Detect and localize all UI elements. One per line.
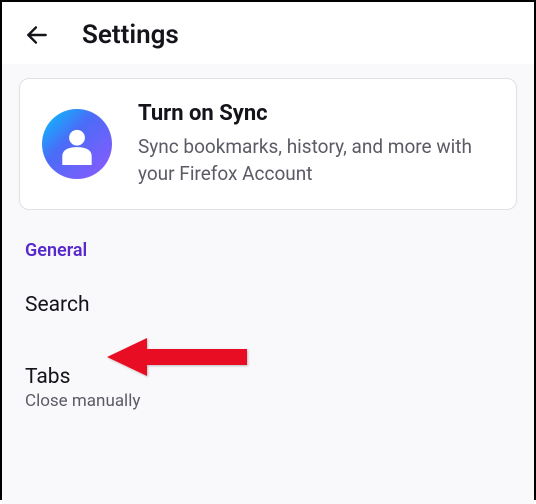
sync-text: Turn on Sync Sync bookmarks, history, an… [138,101,494,187]
settings-item-title: Search [25,293,511,317]
settings-item-search[interactable]: Search [19,269,517,341]
sync-description: Sync bookmarks, history, and more with y… [138,134,494,187]
sync-title: Turn on Sync [138,101,494,126]
page-title: Settings [82,20,179,50]
section-header-general: General [19,210,517,269]
sync-avatar-icon [42,109,112,179]
sync-card[interactable]: Turn on Sync Sync bookmarks, history, an… [19,78,517,210]
back-button[interactable] [22,20,52,50]
settings-item-title: Tabs [25,365,511,389]
settings-item-tabs[interactable]: Tabs Close manually [19,341,517,435]
settings-item-subtitle: Close manually [25,391,511,411]
header: Settings [2,2,534,64]
arrow-left-icon [24,22,50,48]
content-area: Turn on Sync Sync bookmarks, history, an… [2,64,534,504]
